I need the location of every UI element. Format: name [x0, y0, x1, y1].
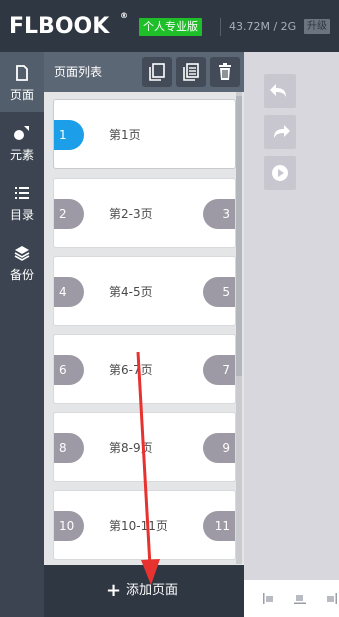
rail-label: 元素	[9, 148, 34, 162]
align-left-icon[interactable]	[263, 593, 275, 604]
elements-icon	[14, 126, 29, 140]
registered-mark: ®	[120, 11, 128, 20]
page-number-right: 7	[203, 355, 235, 385]
align-right-icon[interactable]	[325, 593, 337, 604]
rail-label: 页面	[9, 88, 34, 102]
rail-item-backup[interactable]: 备份	[0, 232, 44, 292]
redo-button[interactable]	[264, 115, 296, 149]
page-number-left: 6	[54, 355, 84, 385]
page-card[interactable]: 2 第2-3页 3	[53, 178, 236, 248]
page-card[interactable]: 8 第8-9页 9	[53, 412, 236, 482]
scrollbar-thumb[interactable]	[236, 96, 242, 376]
page-number-left: 10	[54, 511, 84, 541]
preview-button[interactable]	[264, 156, 296, 190]
page-label: 第6-7页	[109, 363, 153, 377]
app-logo[interactable]: FLBOOK	[9, 14, 109, 40]
page-label: 第10-11页	[109, 519, 168, 533]
page-label: 第4-5页	[109, 285, 153, 299]
delete-page-button[interactable]	[210, 57, 240, 87]
copy-content-icon	[183, 63, 199, 81]
page-label: 第1页	[109, 128, 141, 142]
left-rail: 页面 元素 目录 备份	[0, 52, 44, 617]
copy-page-button[interactable]	[142, 57, 172, 87]
page-number-left: 4	[54, 277, 84, 307]
page-card[interactable]: 4 第4-5页 5	[53, 256, 236, 326]
align-bottom-icon[interactable]	[294, 593, 306, 604]
page-number-right: 9	[203, 433, 235, 463]
page-card[interactable]: 1 第1页	[53, 99, 236, 169]
upgrade-button[interactable]: 升级	[304, 19, 330, 34]
top-bar: FLBOOK ® 个人专业版 43.72M / 2G 升级	[0, 0, 339, 52]
page-number-left: 8	[54, 433, 84, 463]
panel-title: 页面列表	[54, 65, 103, 79]
page-card[interactable]: 6 第6-7页 7	[53, 334, 236, 404]
storage-usage: 43.72M / 2G	[229, 20, 297, 33]
page-number-right: 11	[203, 511, 235, 541]
trash-icon	[219, 63, 231, 80]
list-icon	[15, 187, 29, 199]
page-card[interactable]: 10 第10-11页 11	[53, 490, 236, 560]
rail-item-toc[interactable]: 目录	[0, 172, 44, 232]
layers-icon	[14, 246, 30, 261]
page-label: 第2-3页	[109, 207, 153, 221]
page-icon	[16, 65, 28, 81]
divider	[220, 18, 221, 36]
undo-button[interactable]	[264, 74, 296, 108]
redo-icon	[274, 125, 290, 138]
plan-badge: 个人专业版	[139, 18, 202, 36]
play-icon	[272, 165, 288, 181]
page-label: 第8-9页	[109, 441, 153, 455]
page-number-right: 3	[203, 199, 235, 229]
rail-label: 备份	[9, 268, 34, 282]
rail-label: 目录	[9, 208, 34, 222]
rail-item-elements[interactable]: 元素	[0, 112, 44, 172]
rail-item-pages[interactable]: 页面	[0, 52, 44, 112]
copy-content-button[interactable]	[176, 57, 206, 87]
page-number-left: 1	[54, 120, 84, 150]
add-page-button[interactable]: + 添加页面	[44, 565, 244, 617]
undo-icon	[270, 84, 286, 97]
plus-icon: +	[106, 580, 122, 601]
copy-icon	[149, 63, 165, 81]
panel-header: 页面列表	[44, 52, 244, 92]
page-number-right: 5	[203, 277, 235, 307]
page-number-left: 2	[54, 199, 84, 229]
add-page-label: 添加页面	[126, 583, 179, 598]
